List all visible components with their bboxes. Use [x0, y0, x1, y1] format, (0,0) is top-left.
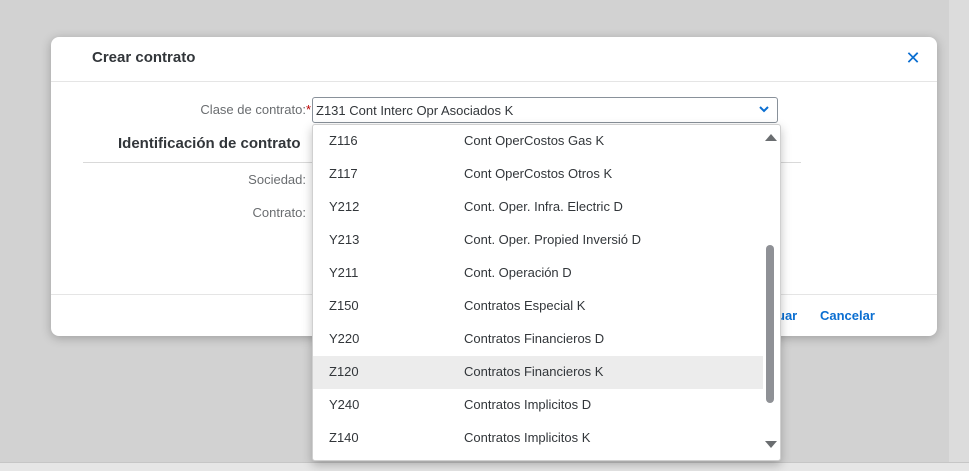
- close-icon[interactable]: ✕: [903, 48, 923, 68]
- section-title: Identificación de contrato: [118, 135, 301, 152]
- option-description: Contratos Implicitos D: [464, 397, 592, 412]
- option-description: Cont OperCostos Gas K: [464, 133, 605, 148]
- option-description: Contratos Financieros K: [464, 364, 604, 379]
- option-code: Z150: [329, 298, 359, 313]
- option-code: Y220: [329, 331, 360, 346]
- option-description: Contratos Implicitos K: [464, 430, 591, 445]
- option-code: Z140: [329, 430, 359, 445]
- scroll-down-icon[interactable]: [765, 441, 777, 448]
- dropdown-option[interactable]: Y213 Cont. Oper. Propied Inversió D: [313, 224, 763, 257]
- clase-label-wrap: Clase de contrato:*: [141, 102, 311, 117]
- cancel-button[interactable]: Cancelar: [820, 308, 875, 323]
- option-description: Cont. Oper. Infra. Electric D: [464, 199, 623, 214]
- contrato-label: Contrato:: [252, 205, 306, 220]
- required-mark: *: [305, 102, 311, 117]
- dropdown-option[interactable]: Z117 Cont OperCostos Otros K: [313, 158, 763, 191]
- dialog-header: Crear contrato ✕: [51, 37, 937, 82]
- dialog-title: Crear contrato: [92, 49, 196, 66]
- option-code: Y211: [329, 265, 359, 280]
- contract-class-select[interactable]: Z131 Cont Interc Opr Asociados K: [312, 97, 778, 123]
- dropdown-option[interactable]: Z116 Cont OperCostos Gas K: [313, 125, 763, 158]
- dropdown-option[interactable]: Y211 Cont. Operación D: [313, 257, 763, 290]
- dropdown-option-highlighted[interactable]: Z120 Contratos Financieros K: [313, 356, 763, 389]
- option-description: Contratos Especial K: [464, 298, 586, 313]
- scroll-up-icon[interactable]: [765, 134, 777, 141]
- sociedad-label: Sociedad:: [248, 172, 306, 187]
- dropdown-option[interactable]: Z150 Contratos Especial K: [313, 290, 763, 323]
- dropdown-option[interactable]: Y240 Contratos Implicitos D: [313, 389, 763, 422]
- option-description: Cont OperCostos Otros K: [464, 166, 613, 181]
- clase-label: Clase de contrato:: [200, 102, 306, 117]
- dropdown-option[interactable]: Z140 Contratos Implicitos K: [313, 422, 763, 455]
- option-code: Z117: [329, 166, 358, 181]
- dropdown-option[interactable]: Y220 Contratos Financieros D: [313, 323, 763, 356]
- option-code: Y240: [329, 397, 360, 412]
- option-code: Z120: [329, 364, 359, 379]
- option-code: Z116: [329, 133, 358, 148]
- contract-class-value: Z131 Cont Interc Opr Asociados K: [316, 103, 514, 118]
- option-code: Y213: [329, 232, 360, 247]
- scrollbar-thumb[interactable]: [766, 245, 774, 403]
- option-description: Cont. Operación D: [464, 265, 572, 280]
- chevron-down-icon[interactable]: [757, 102, 771, 116]
- background-footer: [0, 462, 969, 471]
- contract-class-dropdown[interactable]: Z116 Cont OperCostos Gas K Z117 Cont Ope…: [312, 124, 781, 461]
- option-description: Contratos Financieros D: [464, 331, 605, 346]
- background-panel: [949, 0, 969, 471]
- option-code: Y212: [329, 199, 360, 214]
- option-description: Cont. Oper. Propied Inversió D: [464, 232, 642, 247]
- dropdown-option[interactable]: Y212 Cont. Oper. Infra. Electric D: [313, 191, 763, 224]
